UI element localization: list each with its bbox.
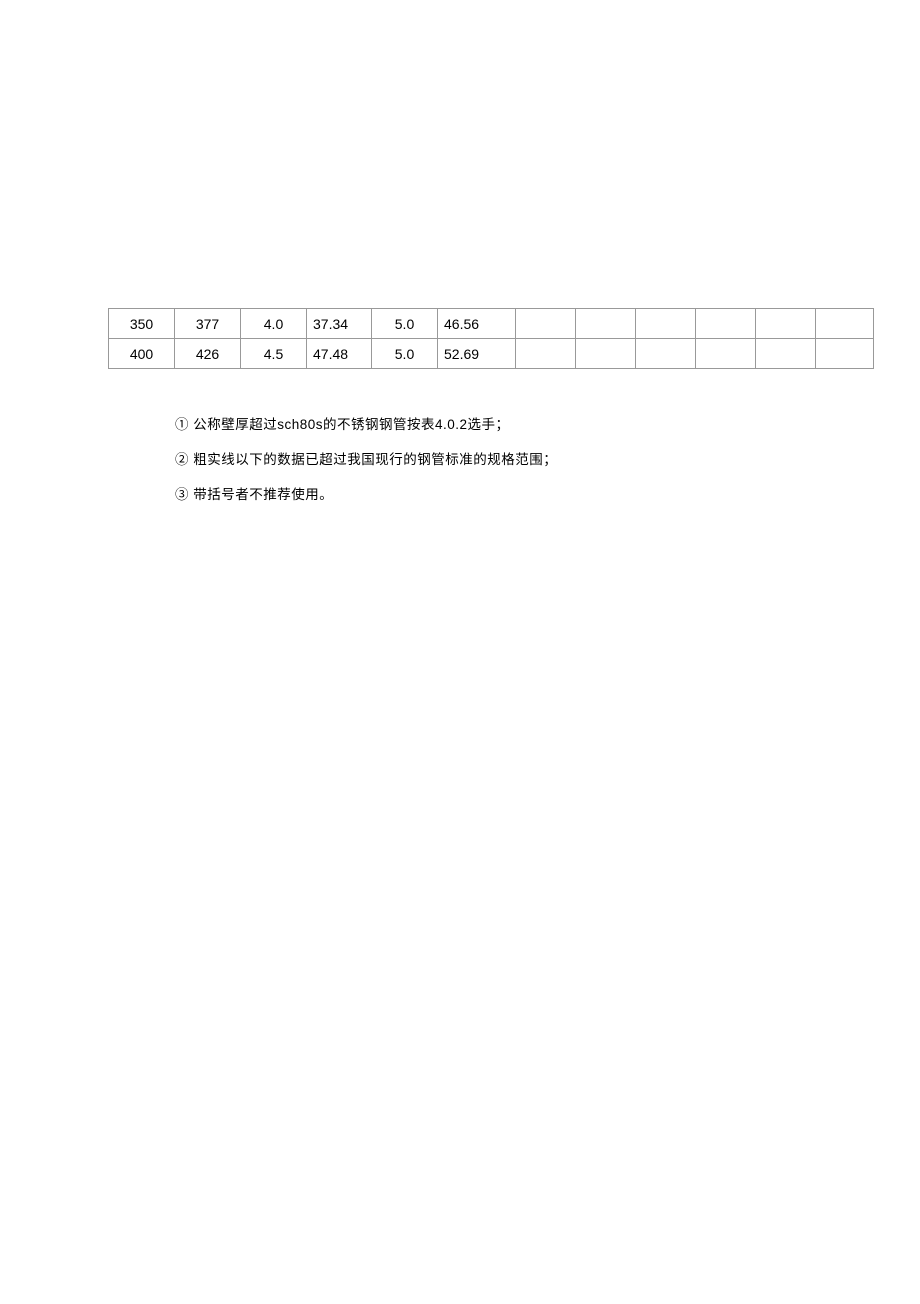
cell-weight-2: 46.56 [438,309,516,339]
cell-nominal-size: 400 [109,339,175,369]
note-3: ③ 带括号者不推荐使用。 [175,486,815,505]
data-table: 350 377 4.0 37.34 5.0 46.56 400 426 4.5 … [108,308,874,369]
cell-thickness-1: 4.0 [241,309,307,339]
cell-thickness-1: 4.5 [241,339,307,369]
cell-thickness-2: 5.0 [372,339,438,369]
data-table-wrapper: 350 377 4.0 37.34 5.0 46.56 400 426 4.5 … [108,308,873,369]
cell-weight-1: 37.34 [307,309,372,339]
notes-section: ① 公称壁厚超过sch80s的不锈钢钢管按表4.0.2选手； ② 粗实线以下的数… [175,416,815,521]
cell-empty [636,339,696,369]
cell-empty [696,309,756,339]
cell-empty [576,339,636,369]
cell-empty [696,339,756,369]
cell-outer-diameter: 377 [175,309,241,339]
cell-empty [756,309,816,339]
cell-empty [516,339,576,369]
cell-outer-diameter: 426 [175,339,241,369]
cell-empty [756,339,816,369]
cell-empty [816,339,874,369]
note-1: ① 公称壁厚超过sch80s的不锈钢钢管按表4.0.2选手； [175,416,815,435]
table-row: 350 377 4.0 37.34 5.0 46.56 [109,309,874,339]
cell-empty [576,309,636,339]
cell-nominal-size: 350 [109,309,175,339]
cell-weight-1: 47.48 [307,339,372,369]
cell-empty [636,309,696,339]
cell-thickness-2: 5.0 [372,309,438,339]
cell-weight-2: 52.69 [438,339,516,369]
cell-empty [516,309,576,339]
table-row: 400 426 4.5 47.48 5.0 52.69 [109,339,874,369]
note-2: ② 粗实线以下的数据已超过我国现行的钢管标准的规格范围； [175,451,815,470]
cell-empty [816,309,874,339]
